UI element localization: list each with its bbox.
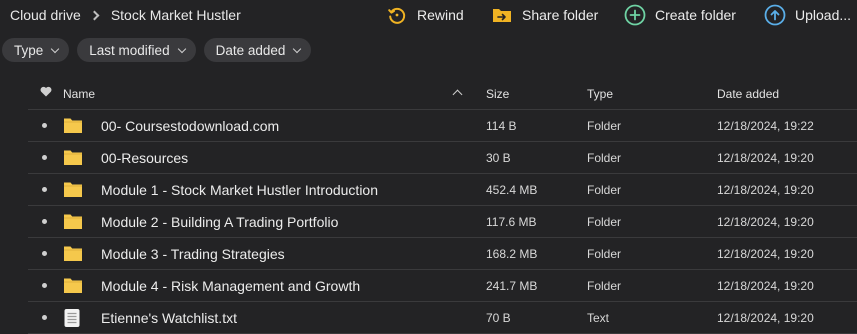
table-row[interactable]: 00- Coursestodownload.com 114 B Folder 12/1… (28, 110, 857, 142)
dot-icon (42, 187, 47, 192)
row-size: 241.7 MB (486, 278, 538, 293)
dot-icon (42, 315, 47, 320)
row-type: Folder (587, 182, 622, 197)
filter-type-label: Type (14, 42, 44, 58)
row-size: 452.4 MB (486, 182, 538, 197)
row-type: Folder (587, 278, 622, 293)
filter-last-modified[interactable]: Last modified (77, 38, 196, 62)
file-table: Name Size Type Date added 00- Coursestod… (28, 77, 857, 334)
text-file-icon (63, 302, 81, 333)
row-name[interactable]: Etienne's Watchlist.txt (101, 302, 237, 333)
table-row[interactable]: Module 1 - Stock Market Hustler Introduc… (28, 174, 857, 206)
table-header: Name Size Type Date added (28, 77, 857, 110)
folder-icon (63, 174, 83, 205)
rewind-label: Rewind (417, 7, 464, 23)
row-dot-icon[interactable] (42, 238, 47, 269)
folder-icon (63, 110, 83, 141)
column-name[interactable]: Name (63, 87, 95, 101)
row-date-added: 12/18/2024, 19:20 (717, 214, 814, 229)
table-row[interactable]: Module 4 - Risk Management and Growth 241… (28, 270, 857, 302)
row-name[interactable]: Module 1 - Stock Market Hustler Introduc… (101, 174, 378, 205)
row-size: 30 B (486, 150, 511, 165)
share-folder-label: Share folder (522, 7, 599, 23)
row-dot-icon[interactable] (42, 110, 47, 141)
row-dot-icon[interactable] (42, 270, 47, 301)
upload-label: Upload... (795, 7, 852, 23)
chevron-down-icon (51, 44, 60, 53)
rewind-icon (386, 4, 408, 26)
chevron-down-icon (293, 44, 302, 53)
share-folder-button[interactable]: Share folder (491, 4, 598, 26)
folder-icon (63, 206, 83, 237)
row-type: Text (587, 310, 610, 325)
create-folder-label: Create folder (655, 7, 736, 23)
share-folder-icon (491, 4, 513, 26)
top-bar: Cloud drive Stock Market Hustler Rewind (0, 0, 857, 30)
plus-circle-icon (624, 4, 646, 26)
row-type: Folder (587, 150, 622, 165)
dot-icon (42, 123, 47, 128)
row-dot-icon[interactable] (42, 302, 47, 333)
row-date-added: 12/18/2024, 19:20 (717, 150, 814, 165)
column-date-added[interactable]: Date added (717, 87, 779, 101)
dot-icon (42, 283, 47, 288)
row-date-added: 12/18/2024, 19:20 (717, 246, 814, 261)
sort-ascending-icon[interactable] (452, 89, 463, 100)
row-name[interactable]: Module 4 - Risk Management and Growth (101, 270, 360, 301)
toolbar-actions: Rewind Share folder Create folder Upload… (0, 0, 857, 30)
row-dot-icon[interactable] (42, 174, 47, 205)
row-size: 114 B (486, 118, 517, 133)
table-body: 00- Coursestodownload.com 114 B Folder 12/1… (28, 110, 857, 334)
row-dot-icon[interactable] (42, 142, 47, 173)
table-row[interactable]: 00-Resources 30 B Folder 12/18/2024, 19:20 (28, 142, 857, 174)
row-type: Folder (587, 246, 622, 261)
rewind-button[interactable]: Rewind (386, 4, 464, 26)
folder-icon (63, 270, 83, 301)
table-row[interactable]: Module 2 - Building A Trading Portfolio 1… (28, 206, 857, 238)
create-folder-button[interactable]: Create folder (624, 4, 736, 26)
dot-icon (42, 251, 47, 256)
filter-last-modified-label: Last modified (89, 42, 170, 58)
row-name[interactable]: 00-Resources (101, 142, 188, 173)
table-row[interactable]: Etienne's Watchlist.txt 70 B Text 12/18/202… (28, 302, 857, 334)
column-size[interactable]: Size (486, 87, 509, 101)
row-date-added: 12/18/2024, 19:20 (717, 278, 814, 293)
row-name[interactable]: Module 3 - Trading Strategies (101, 238, 285, 269)
chevron-down-icon (177, 44, 186, 53)
upload-icon (764, 4, 786, 26)
row-date-added: 12/18/2024, 19:20 (717, 182, 814, 197)
row-name[interactable]: Module 2 - Building A Trading Portfolio (101, 206, 338, 237)
row-size: 70 B (486, 310, 511, 325)
filter-date-added-label: Date added (215, 42, 286, 58)
filter-date-added[interactable]: Date added (203, 38, 312, 62)
folder-icon (63, 142, 83, 173)
row-date-added: 12/18/2024, 19:22 (717, 118, 814, 133)
folder-icon (63, 238, 83, 269)
row-type: Folder (587, 118, 622, 133)
filter-bar: Type Last modified Date added (0, 38, 319, 62)
row-name[interactable]: 00- Coursestodownload.com (101, 110, 279, 141)
row-size: 168.2 MB (486, 246, 538, 261)
dot-icon (42, 219, 47, 224)
dot-icon (42, 155, 47, 160)
row-type: Folder (587, 214, 622, 229)
column-type[interactable]: Type (587, 87, 613, 101)
favourite-column-icon[interactable] (40, 86, 52, 100)
filter-type[interactable]: Type (2, 38, 70, 62)
row-date-added: 12/18/2024, 19:20 (717, 310, 814, 325)
upload-button[interactable]: Upload... (764, 4, 851, 26)
table-row[interactable]: Module 3 - Trading Strategies 168.2 MB Fol… (28, 238, 857, 270)
row-size: 117.6 MB (486, 214, 537, 229)
row-dot-icon[interactable] (42, 206, 47, 237)
